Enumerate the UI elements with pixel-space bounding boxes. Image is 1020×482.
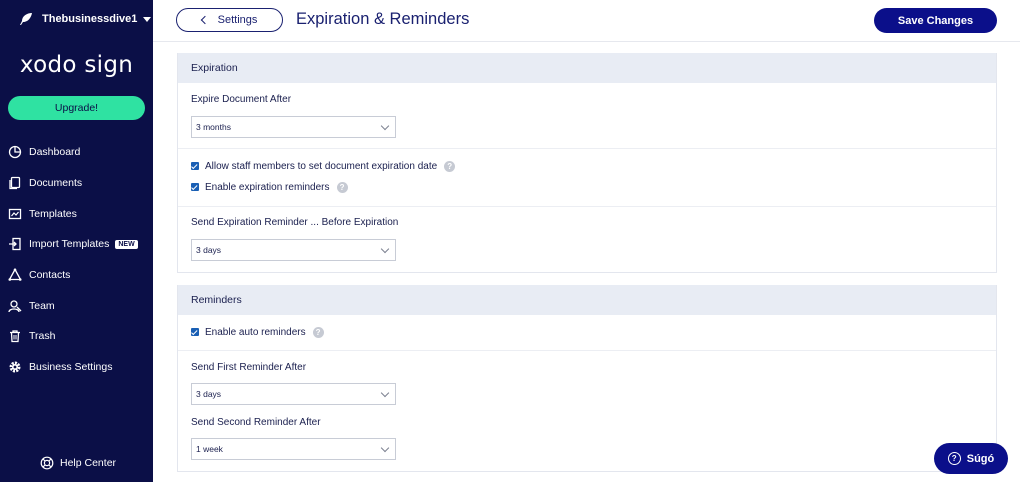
- gear-icon: [9, 361, 21, 373]
- help-center-label: Help Center: [60, 457, 117, 469]
- sidebar-item-templates[interactable]: Templates: [8, 203, 77, 225]
- back-button-label: Settings: [217, 14, 258, 26]
- team-icon: [8, 300, 22, 313]
- contacts-icon: [8, 268, 22, 281]
- save-changes-button[interactable]: Save Changes: [874, 8, 997, 33]
- question-icon[interactable]: ?: [336, 181, 348, 193]
- allow-staff-label: Allow staff members to set document expi…: [205, 160, 438, 172]
- reminder-before-select[interactable]: 3 days: [191, 239, 396, 261]
- reminders-heading: Reminders: [178, 285, 996, 315]
- sidebar-item-label: Team: [29, 300, 55, 312]
- leaf-icon: [20, 13, 32, 25]
- expire-after-value: 3 months: [196, 122, 231, 132]
- expiration-options-row: Allow staff members to set document expi…: [178, 149, 996, 207]
- first-reminder-label: Send First Reminder After: [191, 362, 307, 373]
- settings-content: Expiration Expire Document After 3 month…: [153, 42, 1020, 482]
- enable-auto-reminders-checkbox[interactable]: [191, 328, 199, 336]
- sidebar-item-label: Documents: [29, 177, 83, 189]
- enable-auto-reminders-label: Enable auto reminders: [205, 326, 306, 338]
- expiration-section: Expiration Expire Document After 3 month…: [177, 53, 997, 273]
- sidebar-item-documents[interactable]: Documents: [8, 172, 82, 194]
- expiration-heading: Expiration: [178, 53, 996, 83]
- second-reminder-value: 1 week: [196, 444, 223, 454]
- sidebar-item-label: Import Templates: [29, 238, 110, 250]
- chevron-down-icon: [380, 244, 390, 254]
- question-circle-icon: ?: [947, 452, 961, 465]
- second-reminder-label: Send Second Reminder After: [191, 417, 321, 428]
- chevron-down-icon: [380, 443, 390, 453]
- page-header: Settings Expiration & Reminders Save Cha…: [153, 0, 1020, 42]
- page-title: Expiration & Reminders: [296, 10, 470, 28]
- help-center-link[interactable]: Help Center: [40, 456, 116, 470]
- sidebar-item-business-settings[interactable]: Business Settings: [8, 356, 112, 378]
- org-switcher[interactable]: Thebusinessdive1: [19, 12, 152, 26]
- new-badge: NEW: [115, 239, 138, 249]
- first-reminder-value: 3 days: [196, 389, 222, 399]
- reminder-schedule-row: Send First Reminder After 3 days Send Se…: [178, 351, 996, 471]
- reminder-before-label: Send Expiration Reminder ... Before Expi…: [191, 217, 399, 228]
- sidebar-item-contacts[interactable]: Contacts: [8, 264, 70, 286]
- sidebar-item-team[interactable]: Team: [8, 295, 55, 317]
- sidebar-item-dashboard[interactable]: Dashboard: [8, 141, 80, 163]
- enable-expiration-reminders-option[interactable]: Enable expiration reminders ?: [191, 179, 348, 195]
- upgrade-button[interactable]: Upgrade!: [8, 96, 145, 120]
- import-icon: [9, 237, 21, 251]
- question-icon[interactable]: ?: [312, 326, 324, 338]
- templates-icon: [8, 208, 22, 220]
- chevron-down-icon: [380, 388, 390, 398]
- org-name: Thebusinessdive1: [42, 13, 138, 25]
- reminder-before-value: 3 days: [196, 245, 222, 255]
- expire-after-row: Expire Document After 3 months: [178, 83, 996, 149]
- first-reminder-select[interactable]: 3 days: [191, 383, 396, 405]
- sidebar-item-label: Business Settings: [29, 361, 113, 373]
- allow-staff-checkbox[interactable]: [191, 162, 199, 170]
- caret-down-icon: [143, 16, 152, 22]
- expire-after-select[interactable]: 3 months: [191, 116, 396, 138]
- sidebar-item-label: Trash: [29, 330, 56, 342]
- enable-expiration-reminders-label: Enable expiration reminders: [205, 181, 330, 193]
- sidebar-item-import-templates[interactable]: Import Templates NEW: [8, 233, 138, 255]
- auto-reminders-row: Enable auto reminders ?: [178, 315, 996, 351]
- reminder-before-row: Send Expiration Reminder ... Before Expi…: [178, 207, 996, 272]
- chevron-down-icon: [380, 121, 390, 131]
- help-button-label: Súgó: [966, 452, 995, 465]
- help-button[interactable]: ? Súgó: [934, 443, 1008, 474]
- lifebuoy-icon: [40, 456, 54, 470]
- chevron-left-icon: [200, 15, 209, 25]
- sidebar-item-label: Dashboard: [29, 146, 81, 158]
- trash-icon: [10, 330, 20, 343]
- question-icon[interactable]: ?: [444, 160, 456, 172]
- expire-after-label: Expire Document After: [191, 94, 292, 105]
- enable-expiration-reminders-checkbox[interactable]: [191, 183, 199, 191]
- sidebar-item-trash[interactable]: Trash: [8, 325, 55, 347]
- xodo-sign-logo: xodo sign: [19, 52, 134, 78]
- reminders-section: Reminders Enable auto reminders ? Send F…: [177, 285, 997, 472]
- allow-staff-option[interactable]: Allow staff members to set document expi…: [191, 158, 456, 174]
- sidebar-item-label: Templates: [29, 208, 77, 220]
- pie-chart-icon: [8, 145, 22, 159]
- sidebar-item-label: Contacts: [29, 269, 71, 281]
- sidebar: Thebusinessdive1 xodo sign Upgrade! Dash…: [0, 0, 153, 482]
- enable-auto-reminders-option[interactable]: Enable auto reminders ?: [191, 324, 324, 340]
- documents-icon: [9, 176, 21, 190]
- back-to-settings-button[interactable]: Settings: [176, 8, 283, 32]
- second-reminder-select[interactable]: 1 week: [191, 438, 396, 460]
